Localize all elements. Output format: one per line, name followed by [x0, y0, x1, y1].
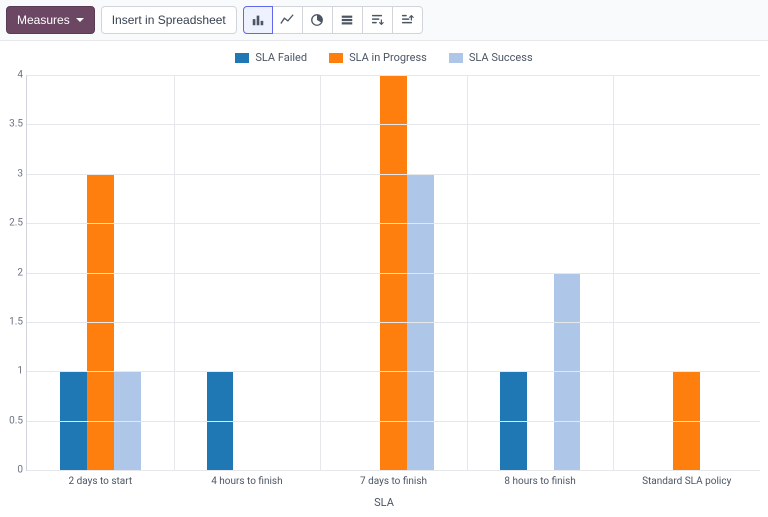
grid-line — [27, 124, 760, 125]
caret-down-icon — [76, 18, 84, 22]
stacked-icon — [340, 13, 354, 27]
x-tick-label: 7 days to finish — [360, 476, 427, 487]
line-chart-button[interactable] — [273, 6, 303, 34]
stacked-button[interactable] — [333, 6, 363, 34]
y-tick-label: 1 — [5, 366, 23, 377]
legend-item[interactable]: SLA in Progress — [329, 51, 427, 64]
y-tick-label: 0.5 — [5, 415, 23, 426]
x-tick-label: Standard SLA policy — [642, 476, 731, 487]
grid-line — [27, 273, 760, 274]
pie-chart-button[interactable] — [303, 6, 333, 34]
y-tick-label: 1.5 — [5, 316, 23, 327]
y-tick-label: 3.5 — [5, 119, 23, 130]
measures-button[interactable]: Measures — [6, 6, 95, 34]
grid-line — [467, 75, 468, 470]
legend-label: SLA Failed — [255, 51, 307, 64]
line-chart-icon — [280, 13, 294, 27]
grid-line — [174, 75, 175, 470]
y-tick-label: 3 — [5, 168, 23, 179]
x-tick-label: 8 hours to finish — [504, 476, 575, 487]
legend-label: SLA in Progress — [349, 51, 427, 64]
grid-line — [27, 322, 760, 323]
chart-area: SLA FailedSLA in ProgressSLA Success 00.… — [0, 41, 768, 517]
grid-line — [27, 421, 760, 422]
y-tick-label: 2.5 — [5, 218, 23, 229]
legend-swatch — [329, 53, 343, 63]
toolbar: Measures Insert in Spreadsheet — [0, 0, 768, 41]
y-tick-label: 2 — [5, 267, 23, 278]
plot: 00.511.522.533.542 days to start4 hours … — [26, 75, 760, 471]
legend-item[interactable]: SLA Failed — [235, 51, 307, 64]
y-tick-label: 0 — [5, 465, 23, 476]
sort-desc-icon — [370, 13, 384, 27]
measures-label: Measures — [17, 13, 70, 27]
sort-asc-button[interactable] — [393, 6, 423, 34]
grid-line — [27, 75, 760, 76]
bar-chart-icon — [251, 13, 265, 27]
x-tick-label: 4 hours to finish — [211, 476, 282, 487]
sort-asc-icon — [400, 13, 414, 27]
insert-spreadsheet-button[interactable]: Insert in Spreadsheet — [101, 6, 237, 34]
x-tick-label: 2 days to start — [68, 476, 132, 487]
chart-type-group — [243, 6, 423, 34]
legend-label: SLA Success — [469, 51, 533, 64]
pie-chart-icon — [310, 13, 324, 27]
plot-wrap: 00.511.522.533.542 days to start4 hours … — [26, 75, 760, 471]
y-tick-label: 4 — [5, 70, 23, 81]
grid-line — [613, 75, 614, 470]
legend-swatch — [235, 53, 249, 63]
grid-line — [27, 371, 760, 372]
grid-line — [27, 174, 760, 175]
grid-line — [27, 223, 760, 224]
legend: SLA Failed SLA in Progress SLA Success — [0, 41, 768, 68]
grid-line — [320, 75, 321, 470]
legend-swatch — [449, 53, 463, 63]
x-axis-label: SLA — [374, 496, 394, 509]
legend-item[interactable]: SLA Success — [449, 51, 533, 64]
bar-chart-button[interactable] — [243, 6, 273, 34]
insert-spreadsheet-label: Insert in Spreadsheet — [112, 13, 226, 27]
sort-desc-button[interactable] — [363, 6, 393, 34]
grid-line — [27, 470, 760, 471]
